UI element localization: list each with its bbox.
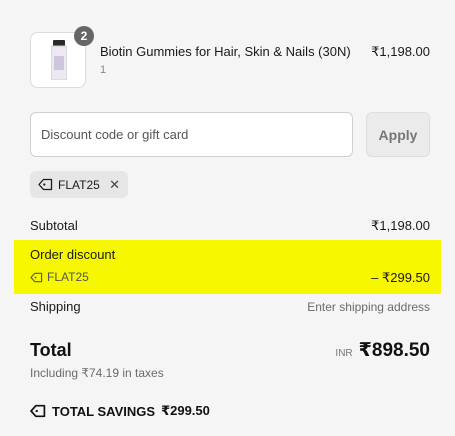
total-savings: TOTAL SAVINGS ₹299.50 bbox=[30, 403, 210, 419]
shipping-label: Shipping bbox=[30, 299, 81, 314]
product-variant: 1 bbox=[100, 64, 107, 76]
supplement-bottle-icon bbox=[51, 40, 67, 80]
quantity-badge: 2 bbox=[74, 26, 94, 46]
tag-icon bbox=[30, 272, 43, 282]
total-label: Total bbox=[30, 340, 72, 360]
savings-label: TOTAL SAVINGS bbox=[52, 403, 156, 419]
savings-value: ₹299.50 bbox=[161, 403, 210, 418]
discount-value: – ₹299.50 bbox=[371, 270, 430, 285]
order-discount-label: Order discount bbox=[30, 247, 116, 262]
remove-discount-icon[interactable]: ✕ bbox=[109, 178, 120, 191]
discount-code-line: FLAT25 bbox=[30, 270, 89, 284]
applied-code-label: FLAT25 bbox=[58, 177, 100, 192]
apply-button[interactable]: Apply bbox=[366, 112, 430, 157]
subtotal-label: Subtotal bbox=[30, 218, 78, 233]
applied-discount-chip: FLAT25 ✕ bbox=[30, 171, 128, 198]
product-price: ₹1,198.00 bbox=[371, 44, 430, 59]
tax-note: Including ₹74.19 in taxes bbox=[30, 366, 164, 380]
shipping-value: Enter shipping address bbox=[307, 300, 430, 314]
tag-icon bbox=[30, 404, 46, 418]
product-name: Biotin Gummies for Hair, Skin & Nails (3… bbox=[100, 44, 351, 59]
tag-icon bbox=[38, 178, 53, 191]
currency-code: INR bbox=[335, 348, 353, 359]
subtotal-value: ₹1,198.00 bbox=[371, 218, 430, 233]
total-value: ₹898.50 bbox=[358, 340, 430, 361]
discount-code-text: FLAT25 bbox=[47, 270, 89, 284]
total-amount: INR ₹898.50 bbox=[335, 339, 430, 362]
discount-code-input[interactable] bbox=[30, 112, 353, 157]
